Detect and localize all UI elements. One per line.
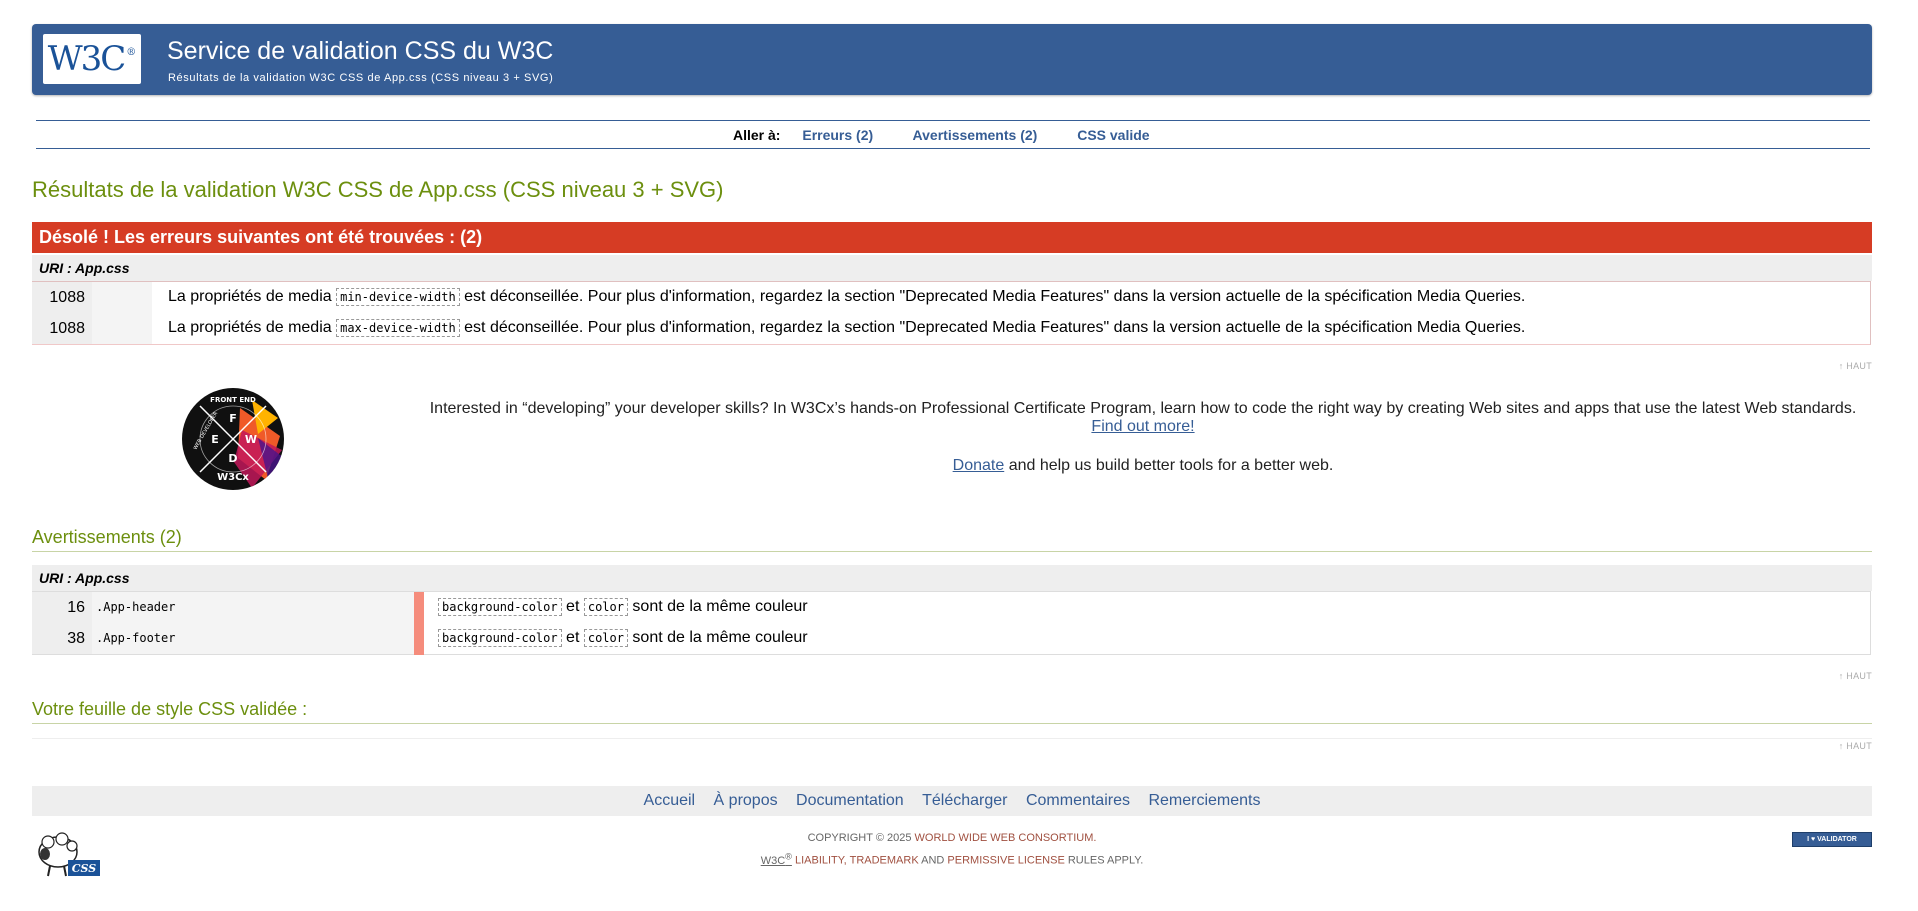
w3c-logo-text: W3C <box>47 39 127 79</box>
warnings-uri: URI : App.css <box>32 565 1872 591</box>
footer-link-accueil[interactable]: Accueil <box>644 792 696 809</box>
error-line-number: 1088 <box>49 289 85 306</box>
promo-text-block: Interested in “developing” your develope… <box>32 400 1872 475</box>
w3c-abbr-reg: ® <box>785 851 792 861</box>
errors-uri: URI : App.css <box>32 255 1872 281</box>
warning-message: background-color et color sont de la mêm… <box>438 598 808 616</box>
w3c-logo-reg: ® <box>126 46 137 58</box>
error-message-suffix: est déconseillée. Pour plus d'informatio… <box>464 319 1526 336</box>
error-context <box>92 313 152 344</box>
footer-link-a-propos[interactable]: À propos <box>714 792 778 809</box>
error-row: 1088 La propriétés de media max-device-w… <box>32 313 1871 345</box>
errors-header-text: Désolé ! Les erreurs suivantes ont été t… <box>39 227 483 247</box>
validated-css-content <box>32 718 1872 739</box>
warning-message: background-color et color sont de la mêm… <box>438 629 808 647</box>
promo-text: Interested in “developing” your develope… <box>429 400 1857 417</box>
rules-text: RULES APPLY. <box>1067 854 1144 867</box>
page-title[interactable]: Service de validation CSS du W3C <box>167 37 553 66</box>
error-message: La propriétés de media max-device-width … <box>168 319 1525 337</box>
page-subtitle: Résultats de la validation W3C CSS de Ap… <box>168 72 554 84</box>
jump-label: Aller à: <box>733 127 781 143</box>
jump-errors-link[interactable]: Erreurs (2) <box>802 127 873 143</box>
error-row: 1088 La propriétés de media min-device-w… <box>32 281 1871 314</box>
warning-mid: et <box>566 629 580 646</box>
license-link[interactable]: PERMISSIVE LICENSE <box>947 855 1064 867</box>
warning-context: .App-header <box>96 600 176 614</box>
copyright-prefix: COPYRIGHT © 2025 <box>807 832 912 844</box>
warnings-heading: Avertissements (2) <box>32 527 1872 552</box>
error-property-code: max-device-width <box>336 319 460 337</box>
error-context <box>92 282 152 313</box>
liability-link[interactable]: LIABILITY, <box>795 855 847 867</box>
errors-header: Désolé ! Les erreurs suivantes ont été t… <box>32 222 1872 253</box>
copyright-line: COPYRIGHT © 2025 WORLD WIDE WEB CONSORTI… <box>32 832 1872 844</box>
errors-uri-text: URI : App.css <box>39 260 130 276</box>
warning-row: 38 .App-footer background-color et color… <box>32 623 1871 655</box>
consortium-link[interactable]: WORLD WIDE WEB CONSORTIUM. <box>915 832 1097 844</box>
warning-code-2: color <box>583 598 628 616</box>
warning-code-1: background-color <box>438 598 562 616</box>
license-line: W3C® LIABILITY, TRADEMARK AND PERMISSIVE… <box>32 851 1872 867</box>
warning-mid: et <box>566 598 580 615</box>
donate-link[interactable]: Donate <box>953 457 1005 474</box>
error-message: La propriétés de media min-device-width … <box>168 288 1525 306</box>
error-line-number: 1088 <box>49 320 85 337</box>
donate-text: and help us build better tools for a bet… <box>1008 457 1334 474</box>
error-property-code: min-device-width <box>336 288 460 306</box>
and-text: AND <box>921 854 945 867</box>
error-message-prefix: La propriétés de media <box>168 288 332 305</box>
jump-valid-css-link[interactable]: CSS valide <box>1077 127 1149 143</box>
back-to-top-link[interactable]: ↑ HAUT <box>1839 671 1872 681</box>
w3c-abbr-text: W3C <box>760 854 786 867</box>
footer-link-remerciements[interactable]: Remerciements <box>1148 792 1260 809</box>
footer-link-telecharger[interactable]: Télécharger <box>922 792 1007 809</box>
results-heading: Résultats de la validation W3C CSS de Ap… <box>32 177 724 202</box>
w3c-abbr-link[interactable]: W3C® <box>760 851 792 867</box>
warning-level-bar <box>414 592 424 624</box>
error-message-suffix: est déconseillée. Pour plus d'informatio… <box>464 288 1526 305</box>
warning-code-1: background-color <box>438 629 562 647</box>
warning-code-2: color <box>583 629 628 647</box>
jump-warnings-link[interactable]: Avertissements (2) <box>913 127 1038 143</box>
footer-nav: Accueil À propos Documentation Télécharg… <box>32 786 1872 816</box>
footer-link-documentation[interactable]: Documentation <box>796 792 904 809</box>
trademark-link[interactable]: TRADEMARK <box>850 855 919 867</box>
warning-suffix: sont de la même couleur <box>632 629 808 646</box>
footer-link-commentaires[interactable]: Commentaires <box>1026 792 1130 809</box>
header-banner: W3C ® Service de validation CSS du W3C Ré… <box>32 24 1872 95</box>
warning-line-number: 16 <box>67 599 85 616</box>
w3c-logo[interactable]: W3C ® <box>43 34 141 84</box>
back-to-top-link[interactable]: ↑ HAUT <box>1839 361 1872 371</box>
warning-row: 16 .App-header background-color et color… <box>32 591 1871 624</box>
i-love-validator-button[interactable]: I ♥ VALIDATOR <box>1792 832 1872 847</box>
warning-line-number: 38 <box>67 630 85 647</box>
jump-menu: Aller à: Erreurs (2) Avertissements (2) … <box>36 120 1870 149</box>
warnings-uri-text: URI : App.css <box>39 570 130 586</box>
back-to-top-link[interactable]: ↑ HAUT <box>1839 741 1872 751</box>
warning-suffix: sont de la même couleur <box>632 598 808 615</box>
warning-level-bar <box>414 623 424 655</box>
error-message-prefix: La propriétés de media <box>168 319 332 336</box>
find-out-more-link[interactable]: Find out more! <box>1091 418 1194 435</box>
warning-context: .App-footer <box>96 631 176 645</box>
